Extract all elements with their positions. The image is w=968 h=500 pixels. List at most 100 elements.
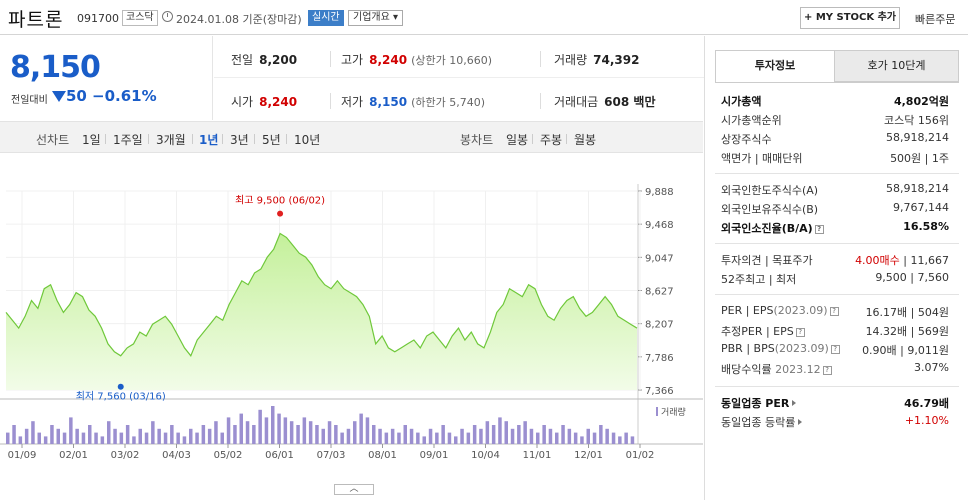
volume-bar — [529, 428, 534, 444]
help-icon[interactable]: ? — [829, 307, 839, 316]
volume-bar — [536, 432, 540, 444]
volume-bar — [315, 425, 319, 444]
candle-monthly[interactable]: 월봉 — [574, 131, 596, 148]
volume-bar — [50, 425, 54, 444]
prev-value: 8,200 — [259, 53, 298, 67]
label: 외국인보유주식수(B) — [721, 203, 819, 216]
value: 14.32배 | 569원 — [865, 325, 949, 338]
x-tick-label: 03/02 — [111, 450, 140, 461]
market-badge: 코스닥 — [122, 10, 158, 26]
volume-bar — [88, 425, 92, 444]
quote-grid: 전일 8,200 고가 8,240 (상한가 10,660) 거래량 74,392 시가… — [214, 36, 704, 120]
volume-bar — [346, 428, 351, 444]
row-market-cap-rank: 시가총액순위 코스닥 156위 — [721, 112, 949, 130]
quote-open: 시가 8,240 — [231, 93, 297, 110]
row-estimated-per: 추정PER | EPS? 14.32배 | 569원 — [721, 323, 949, 341]
period-5y[interactable]: 5년 — [262, 131, 281, 148]
x-tick-label: 10/04 — [471, 450, 500, 461]
volume-bar — [56, 428, 60, 444]
y-tick-label: 8,207 — [645, 320, 674, 331]
x-tick-label: 01/09 — [8, 450, 37, 461]
period-10y[interactable]: 10년 — [294, 131, 320, 148]
max-point-marker — [277, 210, 284, 217]
candle-weekly[interactable]: 주봉 — [540, 131, 562, 148]
volume-bar — [542, 425, 546, 444]
volume-bar — [289, 421, 294, 444]
collapse-handle-button[interactable]: ︿ — [334, 484, 374, 495]
row-opinion: 투자의견 | 목표주가 4.00매수 | 11,667 — [721, 254, 949, 267]
stock-name: 파트론 — [8, 9, 64, 31]
candle-daily[interactable]: 일봉 — [506, 131, 528, 148]
add-mystock-button[interactable]: + MY STOCK 추가 — [800, 7, 900, 29]
row-foreign-limit: 외국인한도주식수(A) 58,918,214 — [721, 182, 949, 200]
volume-bar — [460, 428, 464, 444]
realtime-badge[interactable]: 실시간 — [308, 10, 344, 26]
year: (2023.09) — [773, 304, 828, 317]
period-3y[interactable]: 3년 — [230, 131, 249, 148]
volume-bar — [144, 432, 149, 444]
label: 외국인한도주식수(A) — [721, 184, 819, 197]
stock-code: 091700 — [77, 12, 119, 25]
x-tick-label: 07/03 — [317, 450, 346, 461]
volume-bar — [226, 417, 231, 444]
x-tick-label: 12/01 — [574, 450, 603, 461]
year: 2023.12 — [775, 363, 821, 376]
current-price: 8,150 — [10, 50, 101, 85]
investment-info-panel: 투자정보 호가 10단계 시가총액 4,802억원 시가총액순위 코스닥 156위 … — [704, 36, 968, 500]
caret-right-icon — [792, 400, 797, 406]
volume-bar — [31, 421, 35, 444]
volume-bar — [43, 436, 48, 444]
volume-bar — [327, 421, 332, 444]
row-foreign-rate: 외국인소진율(B/A)? 16.58% — [721, 220, 949, 238]
section-divider — [715, 243, 959, 244]
volume-bar — [428, 428, 433, 444]
high-label: 고가 — [341, 53, 364, 67]
volume-bar — [182, 436, 187, 444]
help-icon[interactable]: ? — [830, 345, 840, 354]
price-chart: 9,888 9,468 9,047 8,627 8,207 7,786 7,366 01/09… — [0, 154, 703, 484]
company-overview-dropdown[interactable]: 기업개요 ▾ — [348, 10, 404, 26]
volume-bar — [466, 432, 471, 444]
volume-bar — [18, 436, 23, 444]
low-label: 저가 — [341, 95, 364, 109]
volume-bar — [561, 425, 565, 444]
volume-bar — [308, 421, 313, 444]
volume-label: 거래량 — [554, 53, 588, 67]
help-icon[interactable]: ? — [814, 225, 824, 234]
row-industry-change[interactable]: 동일업종 등락률 +1.10% — [721, 414, 949, 432]
price-diff: 50 — [66, 87, 87, 105]
label: 동일업종 PER — [721, 397, 790, 410]
volume-bar — [75, 428, 79, 444]
period-1y[interactable]: 1년 — [199, 131, 218, 148]
help-icon[interactable]: ? — [795, 328, 805, 337]
volume-bar — [485, 421, 490, 444]
volume-bar — [245, 421, 250, 444]
row-market-cap: 시가총액 4,802억원 — [721, 93, 949, 111]
row-industry-per[interactable]: 동일업종 PER 46.79배 — [721, 395, 949, 413]
clock-icon — [162, 11, 173, 22]
period-1d[interactable]: 1일 — [82, 131, 101, 148]
tab-orderbook-10[interactable]: 호가 10단계 — [834, 50, 959, 82]
value: 4,802억원 — [893, 95, 949, 108]
y-tick-label: 9,888 — [645, 187, 674, 198]
tab-divider — [715, 82, 959, 83]
help-icon[interactable]: ? — [822, 366, 832, 375]
tab-investment-info[interactable]: 투자정보 — [715, 50, 835, 82]
volume-bar — [510, 428, 515, 444]
volume-bar — [454, 436, 458, 444]
candle-chart-title: 봉차트 — [460, 133, 494, 147]
min-point-marker — [117, 383, 124, 390]
volume-bar — [365, 417, 370, 444]
year: (2023.09) — [774, 342, 829, 355]
x-tick-label: 11/01 — [523, 450, 552, 461]
volume-bar — [113, 428, 117, 444]
volume-bar — [283, 417, 288, 444]
volume-value: 74,392 — [593, 53, 640, 67]
open-label: 시가 — [231, 95, 254, 109]
quick-order-link[interactable]: 빠른주문 — [915, 11, 955, 27]
volume-bar — [403, 425, 407, 444]
period-3m[interactable]: 3개월 — [156, 131, 186, 148]
volume-bar — [119, 432, 124, 444]
period-1w[interactable]: 1주일 — [113, 131, 143, 148]
volume-bar — [195, 432, 199, 444]
